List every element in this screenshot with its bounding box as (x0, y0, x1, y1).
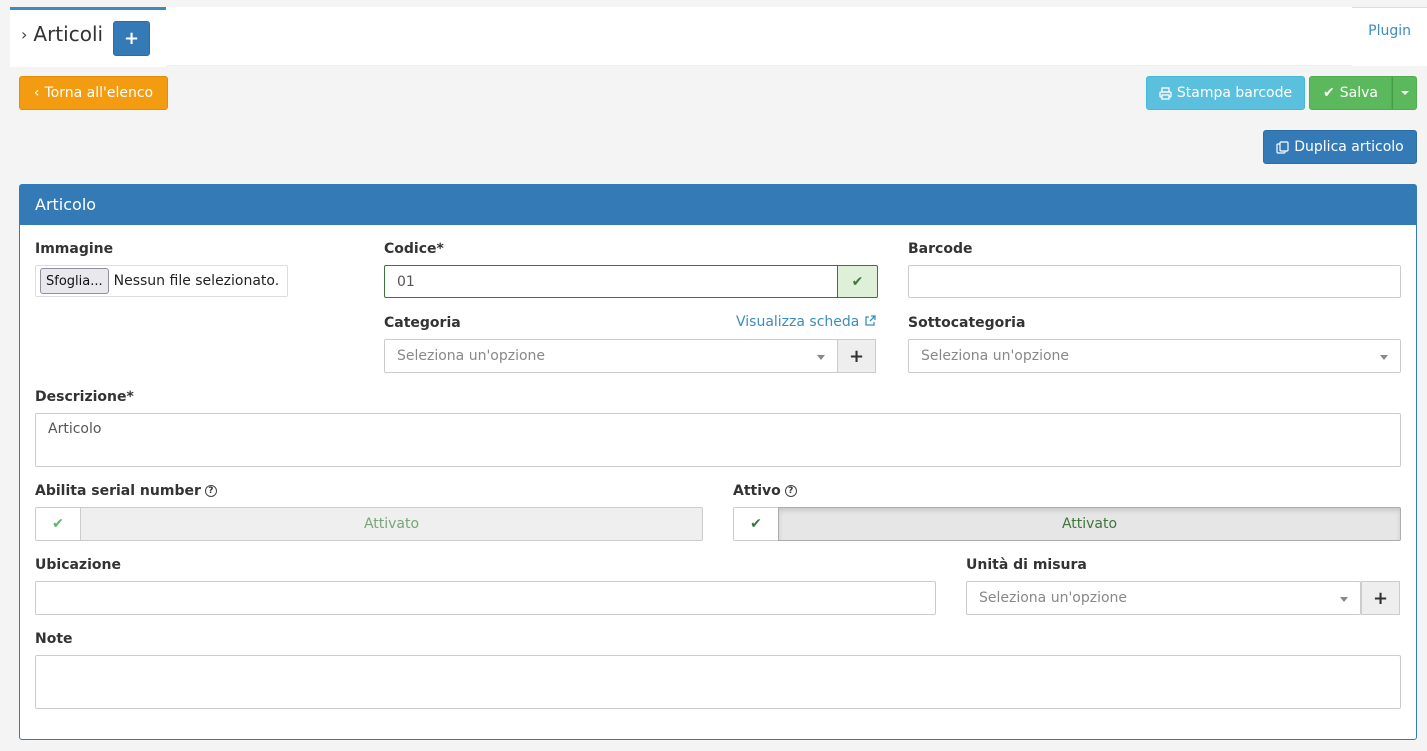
module-title: › Articoli (21, 22, 103, 46)
module-title-text: Articoli (33, 22, 104, 46)
printer-icon (1159, 86, 1172, 100)
top-strip (0, 0, 1427, 7)
active-label-text: Attivo (733, 483, 781, 499)
panel-title: Articolo (20, 185, 1416, 225)
add-category-button[interactable]: + (837, 339, 876, 373)
copy-icon (1276, 140, 1289, 154)
description-textarea[interactable]: Articolo (35, 413, 1401, 467)
back-to-list-label: Torna all'elenco (44, 85, 154, 101)
code-valid-check-icon: ✔ (837, 265, 878, 298)
print-barcode-label: Stampa barcode (1176, 85, 1293, 101)
code-label: Codice* (384, 241, 444, 257)
duplicate-article-button[interactable]: Duplica articolo (1263, 130, 1417, 164)
notes-label: Note (35, 631, 73, 647)
code-input[interactable]: 01 (384, 265, 838, 298)
location-input[interactable] (35, 581, 936, 615)
image-file-input[interactable]: Sfoglia... Nessun file selezionato. (35, 265, 288, 297)
save-label: Salva (1339, 85, 1378, 101)
duplicate-article-label: Duplica articolo (1294, 139, 1404, 155)
notes-textarea[interactable] (35, 655, 1401, 709)
serial-number-label-text: Abilita serial number (35, 483, 201, 499)
serial-number-toggle-check[interactable]: ✔ (35, 507, 81, 541)
chevron-left-icon: ‹ (33, 85, 40, 101)
caret-down-icon (817, 355, 825, 360)
location-label: Ubicazione (35, 557, 121, 573)
caret-down-icon (1340, 597, 1348, 602)
category-select[interactable]: Seleziona un'opzione (384, 339, 838, 373)
tab-bar-background (166, 7, 1352, 66)
help-icon[interactable]: ? (204, 485, 217, 497)
serial-number-label: Abilita serial number? (35, 483, 217, 499)
category-select-value: Seleziona un'opzione (397, 348, 546, 364)
serial-number-toggle[interactable]: Attivato (80, 507, 703, 541)
print-barcode-button[interactable]: Stampa barcode (1146, 76, 1305, 110)
file-status-text: Nessun file selezionato. (113, 273, 280, 289)
image-label: Immagine (35, 241, 114, 257)
active-label: Attivo? (733, 483, 797, 499)
subcategory-label: Sottocategoria (908, 315, 1026, 331)
save-options-dropdown-button[interactable] (1392, 76, 1417, 110)
description-label: Descrizione* (35, 389, 134, 405)
unit-select[interactable]: Seleziona un'opzione (966, 581, 1361, 615)
unit-select-value: Seleziona un'opzione (979, 590, 1128, 606)
external-link-icon (865, 315, 876, 326)
active-toggle[interactable]: Attivato (778, 507, 1401, 541)
view-category-link[interactable]: Visualizza scheda (736, 314, 876, 330)
caret-down-icon (1380, 355, 1388, 360)
add-article-button[interactable]: + (113, 21, 150, 56)
active-toggle-check[interactable]: ✔ (733, 507, 779, 541)
subcategory-select-value: Seleziona un'opzione (921, 348, 1070, 364)
unit-label: Unità di misura (966, 557, 1087, 573)
barcode-input[interactable] (908, 265, 1401, 298)
barcode-label: Barcode (908, 241, 973, 257)
caret-down-icon (1400, 91, 1409, 95)
help-icon[interactable]: ? (784, 485, 797, 497)
check-icon: ✔ (1323, 85, 1335, 101)
back-to-list-button[interactable]: ‹ Torna all'elenco (19, 76, 168, 110)
category-label: Categoria (384, 315, 461, 331)
add-unit-button[interactable]: + (1361, 581, 1400, 615)
browse-button[interactable]: Sfoglia... (40, 268, 109, 294)
view-category-link-label: Visualizza scheda (736, 314, 860, 330)
save-button[interactable]: ✔ Salva (1309, 76, 1392, 110)
chevron-right-icon: › (21, 24, 28, 44)
plugin-tab-link[interactable]: Plugin (1368, 23, 1411, 39)
subcategory-select[interactable]: Seleziona un'opzione (908, 339, 1401, 373)
